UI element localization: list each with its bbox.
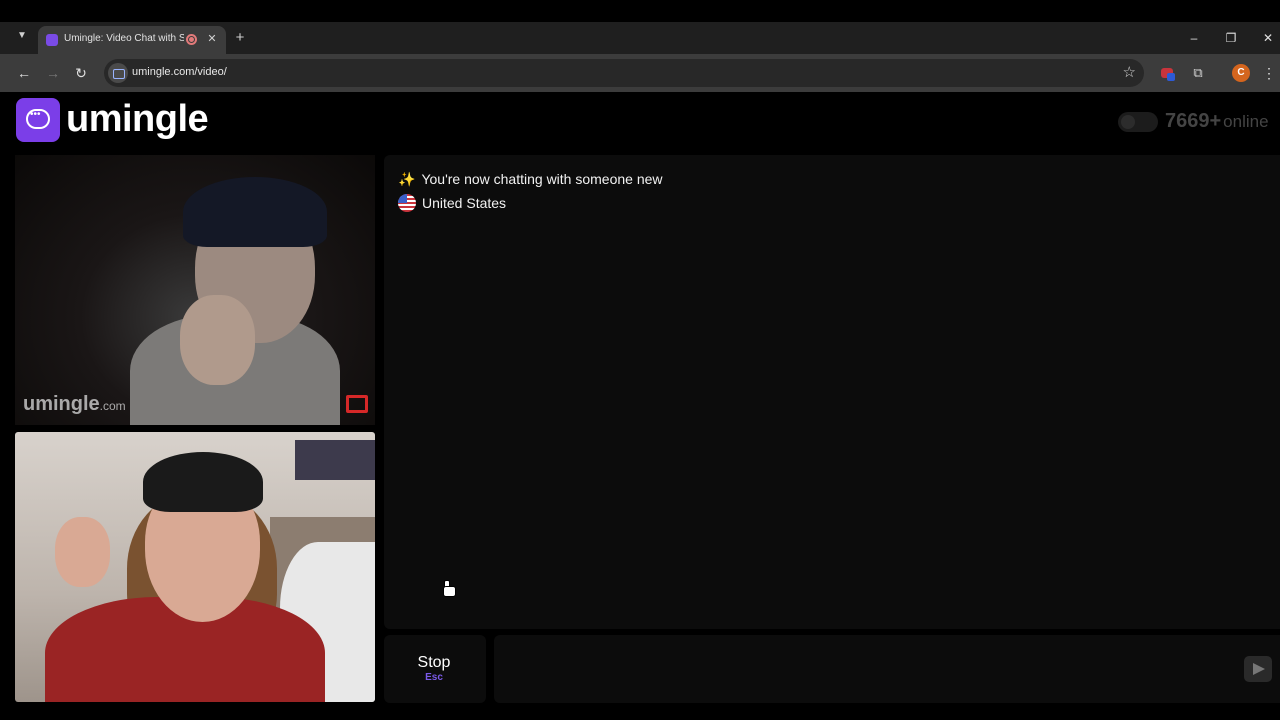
browser-tab[interactable]: Umingle: Video Chat with Strangers ✕ bbox=[38, 26, 226, 54]
minimize-button[interactable]: – bbox=[1184, 29, 1204, 47]
page: umingle 7669+online umingle.com ✨You're … bbox=[0, 92, 1280, 720]
report-flag-icon[interactable] bbox=[346, 395, 368, 413]
browser-toolbar: ← → ↻ umingle.com/video/ ☆ ⧉ C ⋮ bbox=[0, 54, 1280, 92]
site-logo-text[interactable]: umingle bbox=[66, 98, 209, 141]
restore-button[interactable]: ❐ bbox=[1221, 29, 1241, 47]
url-text: umingle.com/video/ bbox=[132, 66, 227, 78]
chat-log: ✨ You're now chatting with someone new Un… bbox=[384, 155, 1280, 629]
us-flag-icon bbox=[398, 194, 416, 212]
tab-title: Umingle: Video Chat with Strangers bbox=[64, 33, 184, 44]
stop-shortcut-hint: Esc bbox=[425, 672, 443, 683]
browser-menu-icon[interactable]: ⋮ bbox=[1262, 64, 1276, 82]
send-icon[interactable] bbox=[1244, 656, 1272, 682]
profile-avatar[interactable]: C bbox=[1232, 64, 1250, 82]
message-input[interactable] bbox=[494, 635, 1280, 703]
video-watermark: umingle.com bbox=[23, 393, 126, 415]
tab-search-icon[interactable]: ▼ bbox=[12, 30, 32, 48]
online-toggle[interactable] bbox=[1118, 112, 1158, 132]
stranger-country: United States bbox=[398, 194, 506, 212]
stranger-figure-hand bbox=[180, 295, 255, 385]
extension-icon[interactable] bbox=[1160, 65, 1176, 81]
window-titlebar bbox=[0, 0, 1280, 22]
reload-button[interactable]: ↻ bbox=[72, 64, 90, 82]
online-count-value: 7669+ bbox=[1165, 110, 1222, 132]
umingle-logo-icon[interactable] bbox=[16, 98, 60, 142]
online-counter: 7669+ online bbox=[1165, 110, 1269, 133]
back-button[interactable]: ← bbox=[15, 64, 33, 82]
online-count-label: online bbox=[1223, 112, 1269, 131]
mouse-cursor-icon bbox=[442, 580, 456, 597]
umingle-favicon-icon bbox=[46, 34, 58, 46]
self-video bbox=[15, 432, 375, 702]
stranger-video: umingle.com bbox=[15, 155, 375, 425]
extensions-puzzle-icon[interactable]: ⧉ bbox=[1190, 65, 1206, 81]
forward-button[interactable]: → bbox=[44, 64, 62, 82]
wall-poster bbox=[295, 440, 375, 480]
stop-button[interactable]: Stop Esc bbox=[384, 635, 486, 703]
self-figure-hand bbox=[55, 517, 110, 587]
sparkle-icon: ✨ bbox=[398, 171, 416, 187]
recording-indicator-icon bbox=[186, 34, 197, 45]
close-tab-icon[interactable]: ✕ bbox=[204, 31, 220, 47]
address-bar[interactable]: umingle.com/video/ ☆ bbox=[104, 59, 1144, 87]
site-info-icon[interactable] bbox=[108, 63, 128, 83]
close-window-button[interactable]: ✕ bbox=[1258, 29, 1278, 47]
self-figure-cap bbox=[143, 452, 263, 512]
system-message: ✨ You're now chatting with someone new bbox=[398, 171, 663, 187]
bookmark-star-icon[interactable]: ☆ bbox=[1123, 63, 1136, 81]
tab-strip: ▼ Umingle: Video Chat with Strangers ✕ +… bbox=[0, 22, 1280, 54]
new-tab-button[interactable]: + bbox=[232, 30, 248, 46]
stop-button-label: Stop bbox=[417, 654, 451, 671]
stranger-figure-cap bbox=[183, 177, 327, 247]
